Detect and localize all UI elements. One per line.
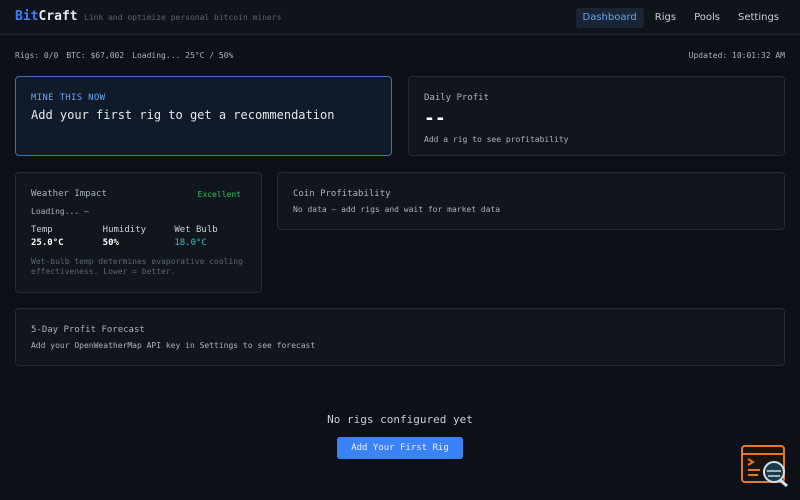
nav-dashboard[interactable]: Dashboard — [575, 8, 644, 28]
temp-value: 25.0°C — [31, 238, 64, 248]
empty-state-title: No rigs configured yet — [327, 413, 473, 426]
coin-profitability-note: No data — add rigs and wait for market d… — [293, 205, 501, 214]
wetbulb-metric: Wet Bulb 18.0°C — [174, 225, 246, 248]
top-bar: BitCraft Link and optimize personal bitc… — [0, 0, 800, 35]
daily-profit-card: Daily Profit -- Add a rig to see profita… — [408, 76, 785, 156]
weather-status-badge: Excellent — [197, 190, 241, 199]
mine-now-card: MINE THIS NOW Add your first rig to get … — [15, 76, 392, 156]
weather-impact-card: Weather Impact Excellent Loading... — Te… — [15, 172, 262, 293]
coin-profitability-card: Coin Profitability No data — add rigs an… — [277, 172, 785, 230]
daily-profit-value: -- — [424, 108, 446, 129]
main-nav: Dashboard Rigs Pools Settings — [575, 8, 786, 28]
updated-time: Updated: 10:01:32 AM — [688, 51, 785, 60]
humidity-label: Humidity — [102, 225, 147, 235]
nav-pools[interactable]: Pools — [687, 8, 727, 28]
brand-part-1: Bit — [15, 9, 39, 24]
wetbulb-label: Wet Bulb — [174, 225, 218, 235]
forecast-card: 5-Day Profit Forecast Add your OpenWeath… — [15, 308, 785, 366]
weather-metrics: Temp 25.0°C Humidity 50% Wet Bulb 18.0°C — [31, 225, 246, 248]
add-first-rig-button[interactable]: Add Your First Rig — [337, 437, 463, 459]
forecast-title: 5-Day Profit Forecast — [31, 325, 145, 335]
mine-now-message: Add your first rig to get a recommendati… — [31, 108, 335, 122]
rigs-count: Rigs: 0/0 — [15, 51, 59, 60]
mine-now-label: MINE THIS NOW — [31, 93, 106, 103]
temp-metric: Temp 25.0°C — [31, 225, 103, 248]
humidity-value: 50% — [102, 238, 119, 248]
humidity-metric: Humidity 50% — [103, 225, 175, 248]
nav-settings[interactable]: Settings — [731, 8, 786, 28]
status-bar: Rigs: 0/0 BTC: $67,002 Loading... 25°C / 5… — [15, 51, 785, 60]
weather-note: Wet-bulb temp determines evaporative coo… — [31, 257, 243, 276]
console-search-icon[interactable] — [740, 444, 790, 488]
btc-price: BTC: $67,002 — [66, 51, 125, 60]
brand-logo[interactable]: BitCraft — [15, 9, 78, 24]
weather-status: Loading... 25°C / 50% — [132, 51, 234, 60]
daily-profit-title: Daily Profit — [424, 93, 490, 103]
forecast-note: Add your OpenWeatherMap API key in Setti… — [31, 341, 316, 350]
daily-profit-note: Add a rig to see profitability — [424, 135, 569, 144]
brand-part-2: Craft — [38, 9, 78, 24]
coin-profitability-title: Coin Profitability — [293, 189, 391, 199]
tagline: Link and optimize personal bitcoin miner… — [84, 13, 282, 22]
nav-rigs[interactable]: Rigs — [648, 8, 683, 28]
wetbulb-value: 18.0°C — [174, 238, 207, 248]
weather-loading: Loading... — — [31, 207, 89, 216]
temp-label: Temp — [31, 225, 53, 235]
